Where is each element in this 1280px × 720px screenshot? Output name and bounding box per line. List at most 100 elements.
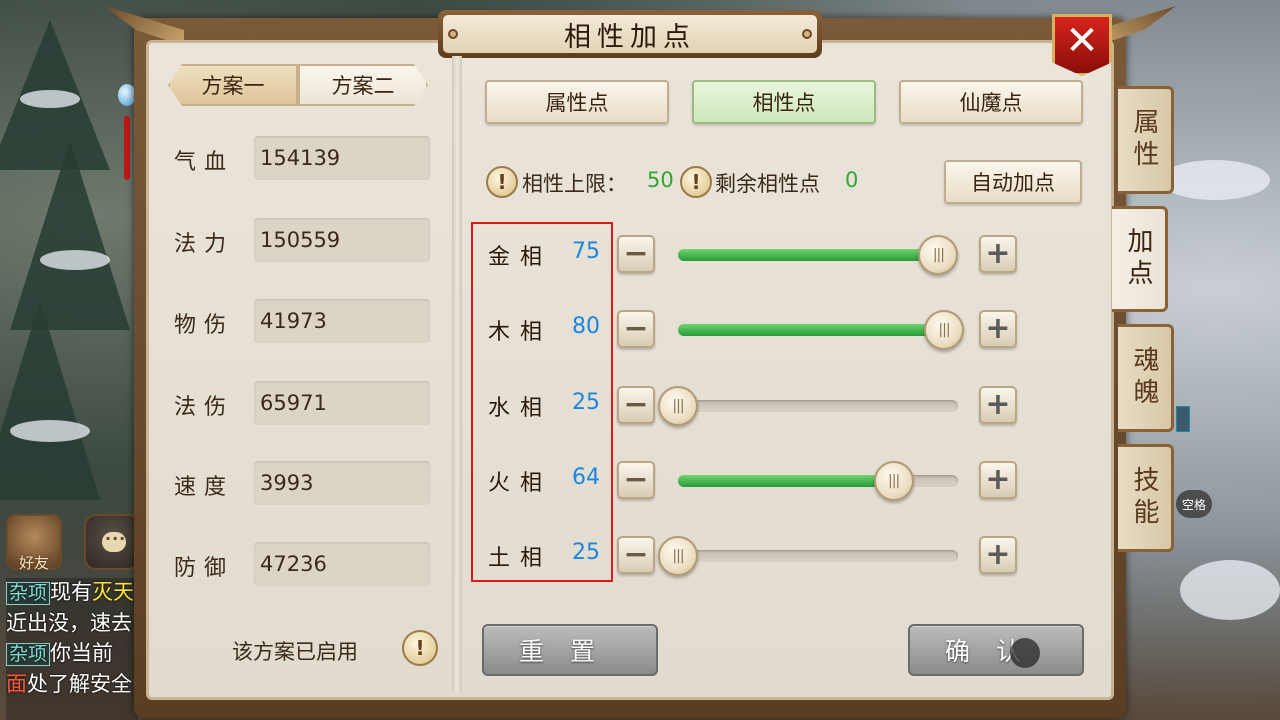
decrease-button[interactable]: −	[617, 310, 655, 348]
affinity-limit-value: 50	[647, 168, 674, 192]
chat-channel-tag: 杂项	[6, 643, 51, 666]
affinity-slider[interactable]: |||	[678, 235, 959, 275]
auto-assign-button[interactable]: 自动加点	[944, 160, 1082, 204]
plan-status-label: 该方案已启用	[232, 640, 358, 664]
stat-value-box: 65971	[254, 381, 430, 425]
side-tab-add-points[interactable]: 加点	[1112, 206, 1168, 312]
side-tab-soul[interactable]: 魂魄	[1118, 324, 1174, 432]
side-tab-label: 技能	[1129, 466, 1159, 530]
stat-value: 3993	[260, 471, 314, 495]
stat-row-magic-damage: 法伤 65971	[158, 381, 450, 425]
info-icon[interactable]: !	[486, 166, 518, 198]
side-tab-label: 魂魄	[1129, 346, 1159, 410]
chat-line: 近出没，速去	[6, 609, 138, 639]
chat-highlight: 面	[6, 673, 27, 696]
stat-row-physical-damage: 物伤 41973	[158, 299, 450, 343]
increase-button[interactable]: +	[979, 235, 1017, 273]
chat-text: 近出没，速去	[6, 612, 132, 635]
slider-knob[interactable]: |||	[658, 536, 698, 576]
info-icon[interactable]: !	[402, 630, 438, 666]
remaining-points-value: 0	[845, 168, 859, 192]
chat-button[interactable]	[84, 514, 140, 570]
title-stud-icon	[802, 29, 812, 39]
stat-value: 65971	[260, 391, 327, 415]
increase-button[interactable]: +	[979, 461, 1017, 499]
chat-text: 处了解安全	[27, 673, 132, 696]
plan-1-tab[interactable]: 方案一	[168, 64, 298, 106]
slider-knob[interactable]: |||	[924, 310, 964, 350]
snow-patch	[40, 250, 110, 270]
slider-knob[interactable]: |||	[873, 461, 914, 501]
stat-label: 法伤	[174, 395, 235, 420]
stat-value-box: 3993	[254, 461, 430, 505]
pendant-tassel	[124, 116, 130, 180]
plan-stats-column: 方案一 方案二 气血 154139 法力 150559 物伤 41973 法伤 …	[158, 50, 450, 690]
chat-bubble-icon	[102, 529, 126, 552]
side-tab-label: 加点	[1123, 227, 1153, 291]
stat-label: 防御	[174, 556, 235, 581]
chat-highlight: 灭天	[92, 581, 135, 604]
stat-label: 物伤	[174, 313, 235, 338]
side-tab-label: 属性	[1129, 108, 1159, 172]
stat-value: 150559	[260, 228, 341, 252]
pine-tree	[0, 300, 100, 500]
close-icon: ✕	[1065, 18, 1099, 64]
stat-label: 速度	[174, 475, 235, 500]
side-tab-attributes[interactable]: 属性	[1118, 86, 1174, 194]
reset-button[interactable]: 重置	[482, 624, 658, 676]
slider-knob[interactable]: |||	[658, 386, 698, 426]
touch-cursor	[1010, 638, 1040, 668]
snow-patch	[1160, 160, 1270, 200]
stat-value-box: 47236	[254, 542, 430, 586]
stat-value-box: 41973	[254, 299, 430, 343]
column-divider	[452, 56, 462, 692]
tab-immortal-demon-points[interactable]: 仙魔点	[899, 80, 1083, 124]
stat-value: 41973	[260, 309, 327, 333]
affinity-slider[interactable]: |||	[658, 536, 958, 576]
chat-log[interactable]: 杂项 现有灭天 近出没，速去 杂项 你当前 面处了解安全	[6, 578, 138, 720]
affinity-slider[interactable]: |||	[678, 310, 964, 350]
chat-line: 杂项 你当前	[6, 639, 138, 670]
plan-2-tab[interactable]: 方案二	[298, 64, 428, 106]
stat-row-defense: 防御 47236	[158, 542, 450, 586]
panel-title: 相性加点	[564, 21, 696, 53]
snow-patch	[1180, 560, 1280, 620]
chat-text: 现有	[50, 581, 93, 604]
title-stud-icon	[448, 29, 458, 39]
info-icon[interactable]: !	[680, 166, 712, 198]
decrease-button[interactable]: −	[617, 235, 655, 273]
stat-row-hp: 气血 154139	[158, 136, 450, 180]
affinity-slider[interactable]: |||	[658, 386, 958, 426]
tab-attribute-points[interactable]: 属性点	[485, 80, 669, 124]
stat-value-box: 150559	[254, 218, 430, 262]
chat-channel-tag: 杂项	[6, 582, 51, 605]
affinity-slider[interactable]: |||	[678, 461, 958, 501]
decrease-button[interactable]: −	[617, 386, 655, 424]
stat-label: 法力	[174, 232, 235, 257]
stat-label: 气血	[174, 150, 235, 175]
stat-value-box: 154139	[254, 136, 430, 180]
confirm-button[interactable]: 确认	[908, 624, 1084, 676]
slider-fill	[678, 475, 894, 487]
side-tab-skills[interactable]: 技能	[1118, 444, 1174, 552]
title-plaque-inner: 相性加点	[443, 15, 817, 53]
slider-fill	[678, 324, 944, 336]
tab-affinity-points[interactable]: 相性点	[692, 80, 876, 124]
increase-button[interactable]: +	[979, 310, 1017, 348]
chat-text: 你当前	[50, 642, 114, 665]
increase-button[interactable]: +	[979, 536, 1017, 574]
side-marker	[1176, 406, 1190, 432]
stat-row-mana: 法力 150559	[158, 218, 450, 262]
stat-value: 47236	[260, 552, 327, 576]
snow-patch	[20, 90, 80, 108]
space-key-hint[interactable]: 空格	[1176, 490, 1212, 518]
slider-fill	[678, 249, 939, 261]
friends-label: 好友	[18, 555, 49, 572]
slider-knob[interactable]: |||	[918, 235, 959, 275]
stat-row-speed: 速度 3993	[158, 461, 450, 505]
snow-patch	[10, 420, 90, 442]
remaining-points-label: 剩余相性点	[715, 172, 820, 196]
increase-button[interactable]: +	[979, 386, 1017, 424]
decrease-button[interactable]: −	[617, 536, 655, 574]
decrease-button[interactable]: −	[617, 461, 655, 499]
